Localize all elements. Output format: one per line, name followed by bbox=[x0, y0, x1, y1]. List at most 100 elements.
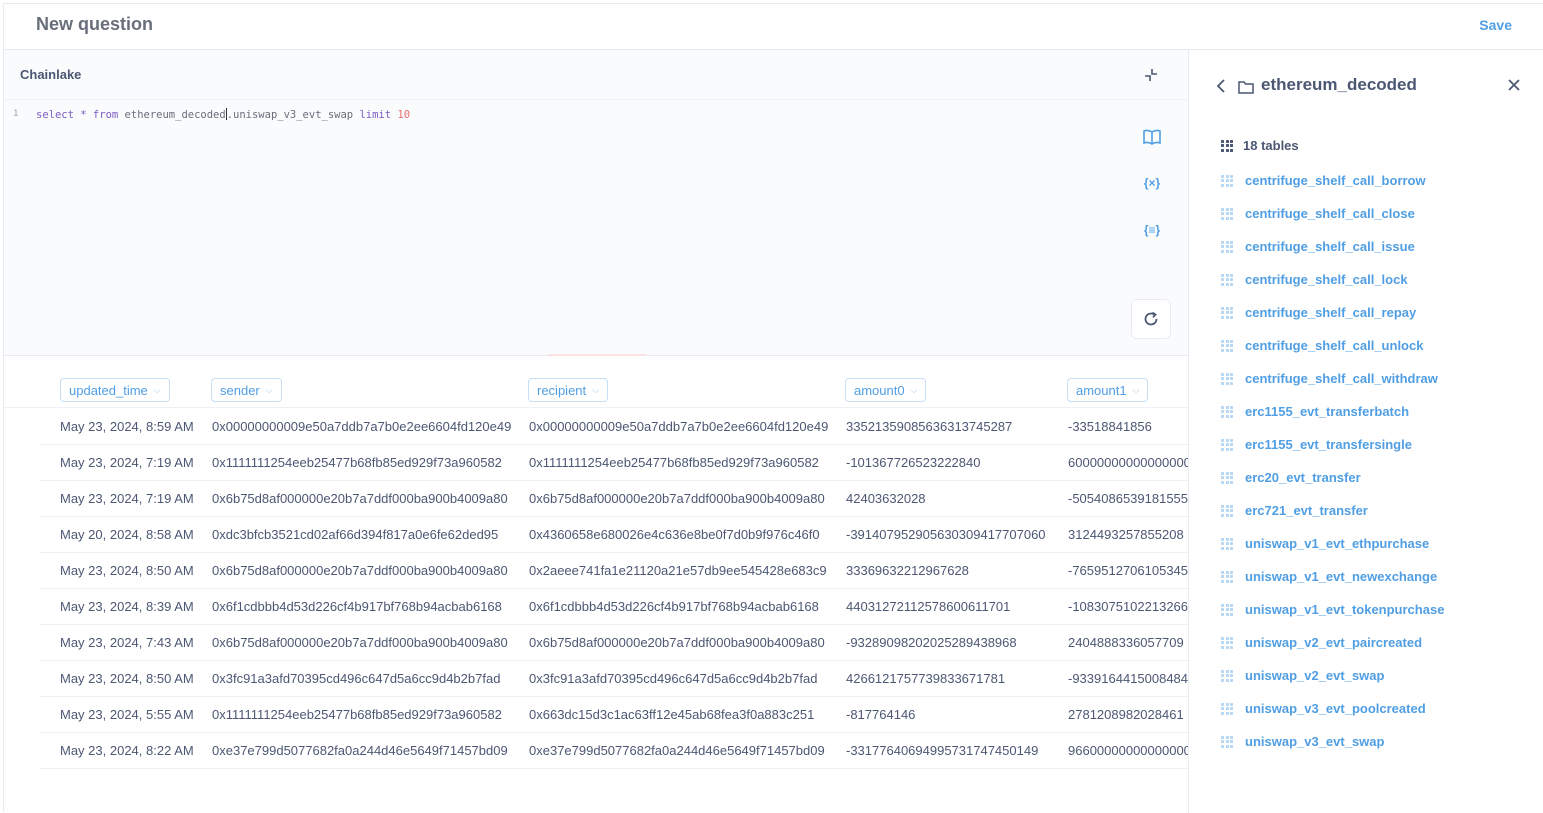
table-cell-recipient[interactable]: 0x663dc15d3c1ac63ff12e45ab68fea3f0a883c2… bbox=[529, 707, 814, 722]
database-bar: Chainlake bbox=[4, 50, 1188, 100]
table-name: centrifuge_shelf_call_issue bbox=[1245, 239, 1415, 254]
column-label: sender bbox=[220, 382, 260, 398]
page-title: New question bbox=[36, 14, 154, 34]
table-list-item[interactable]: centrifuge_shelf_call_close bbox=[1221, 197, 1415, 230]
table-cell-recipient[interactable]: 0x6b75d8af000000e20b7a7ddf000ba900b4009a… bbox=[529, 491, 825, 506]
snippets-button[interactable]: {≡} bbox=[1132, 215, 1172, 245]
table-cell-amount1[interactable]: 60000000000000000 bbox=[1068, 455, 1188, 470]
table-list-item[interactable]: uniswap_v1_evt_tokenpurchase bbox=[1221, 593, 1444, 626]
table-cell-sender[interactable]: 0x3fc91a3afd70395cd496c647d5a6cc9d4b2b7f… bbox=[212, 671, 500, 686]
table-cell-updated-time[interactable]: May 23, 2024, 7:19 AM bbox=[60, 491, 194, 506]
table-cell-amount0[interactable]: 33521359085636313745287 bbox=[846, 419, 1012, 434]
table-cell-amount0[interactable]: -93289098202025289438968 bbox=[846, 635, 1017, 650]
table-list-item[interactable]: centrifuge_shelf_call_issue bbox=[1221, 230, 1415, 263]
table-cell-amount0[interactable]: 44031272112578600611701 bbox=[846, 599, 1010, 614]
run-query-button[interactable] bbox=[1131, 299, 1171, 339]
table-list-item[interactable]: centrifuge_shelf_call_lock bbox=[1221, 263, 1408, 296]
table-list-item[interactable]: uniswap_v3_evt_poolcreated bbox=[1221, 692, 1426, 725]
table-list-item[interactable]: centrifuge_shelf_call_withdraw bbox=[1221, 362, 1438, 395]
table-list-item[interactable]: centrifuge_shelf_call_unlock bbox=[1221, 329, 1423, 362]
table-cell-sender[interactable]: 0x1111111254eeb25477b68fb85ed929f73a9605… bbox=[212, 707, 502, 722]
table-cell-recipient[interactable]: 0x1111111254eeb25477b68fb85ed929f73a9605… bbox=[529, 455, 819, 470]
table-cell-amount1[interactable]: -5054086539181555 bbox=[1068, 491, 1188, 506]
table-list-item[interactable]: uniswap_v1_evt_ethpurchase bbox=[1221, 527, 1429, 560]
table-list-item[interactable]: uniswap_v1_evt_newexchange bbox=[1221, 560, 1437, 593]
table-cell-updated-time[interactable]: May 23, 2024, 7:19 AM bbox=[60, 455, 194, 470]
table-cell-amount0[interactable]: 4266121757739833671781 bbox=[846, 671, 1005, 686]
table-cell-recipient[interactable]: 0x00000000009e50a7ddb7a7b0e2ee6604fd120e… bbox=[529, 419, 828, 434]
table-cell-updated-time[interactable]: May 23, 2024, 7:43 AM bbox=[60, 635, 194, 650]
save-button[interactable]: Save bbox=[1479, 17, 1512, 33]
table-name: centrifuge_shelf_call_withdraw bbox=[1245, 371, 1438, 386]
data-reference-button[interactable] bbox=[1132, 122, 1172, 152]
table-list-item[interactable]: centrifuge_shelf_call_borrow bbox=[1221, 164, 1426, 197]
table-cell-sender[interactable]: 0x6b75d8af000000e20b7a7ddf000ba900b4009a… bbox=[212, 563, 508, 578]
table-cell-amount0[interactable]: -391407952905630309417707060 bbox=[846, 527, 1046, 542]
table-cell-updated-time[interactable]: May 23, 2024, 8:59 AM bbox=[60, 419, 194, 434]
table-name: erc20_evt_transfer bbox=[1245, 470, 1361, 485]
table-name: erc721_evt_transfer bbox=[1245, 503, 1368, 518]
table-cell-amount0[interactable]: 42403632028 bbox=[846, 491, 926, 506]
database-name[interactable]: Chainlake bbox=[20, 67, 81, 82]
table-cell-recipient[interactable]: 0xe37e799d5077682fa0a244d46e5649f71457bd… bbox=[529, 743, 825, 758]
table-list-item[interactable]: erc1155_evt_transfersingle bbox=[1221, 428, 1412, 461]
table-icon bbox=[1221, 636, 1233, 649]
table-cell-updated-time[interactable]: May 20, 2024, 8:58 AM bbox=[60, 527, 194, 542]
chevron-down-icon: ⌵ bbox=[592, 384, 599, 395]
table-cell-amount1[interactable]: -1083075102213266 bbox=[1068, 599, 1188, 614]
table-cell-sender[interactable]: 0xdc3bfcb3521cd02af66d394f817a0e6fe62ded… bbox=[212, 527, 498, 542]
table-icon bbox=[1221, 372, 1233, 385]
app-window: New question Save Chainlake 1 select * f… bbox=[3, 3, 1543, 813]
column-header-amount0[interactable]: amount0 ⌵ bbox=[845, 378, 927, 402]
table-cell-amount1[interactable]: -33518841856 bbox=[1068, 419, 1152, 434]
table-cell-sender[interactable]: 0x1111111254eeb25477b68fb85ed929f73a9605… bbox=[212, 455, 502, 470]
table-name: uniswap_v3_evt_poolcreated bbox=[1245, 701, 1426, 716]
column-header-updated-time[interactable]: updated_time ⌵ bbox=[60, 378, 170, 402]
table-icon bbox=[1221, 405, 1233, 418]
table-cell-recipient[interactable]: 0x2aeee741fa1e21120a21e57db9ee545428e683… bbox=[529, 563, 827, 578]
table-cell-sender[interactable]: 0x6f1cdbbb4d53d226cf4b917bf768b94acbab61… bbox=[212, 599, 502, 614]
variables-button[interactable]: {×} bbox=[1132, 168, 1172, 198]
table-cell-amount1[interactable]: 2404888336057709 bbox=[1068, 635, 1184, 650]
table-cell-amount1[interactable]: -7659512706105345 bbox=[1068, 563, 1188, 578]
table-cell-amount0[interactable]: -33177640694995731747450149 bbox=[846, 743, 1038, 758]
table-cell-amount0[interactable]: -817764146 bbox=[846, 707, 915, 722]
top-bar: New question Save bbox=[4, 4, 1543, 50]
table-list-item[interactable]: uniswap_v3_evt_swap bbox=[1221, 725, 1384, 758]
table-cell-recipient[interactable]: 0x4360658e680026e4c636e8be0f7d0b9f976c46… bbox=[529, 527, 820, 542]
table-cell-amount1[interactable]: 3124493257855208 bbox=[1068, 527, 1184, 542]
table-cell-sender[interactable]: 0x00000000009e50a7ddb7a7b0e2ee6604fd120e… bbox=[212, 419, 511, 434]
table-list-item[interactable]: erc20_evt_transfer bbox=[1221, 461, 1361, 494]
table-cell-recipient[interactable]: 0x3fc91a3afd70395cd496c647d5a6cc9d4b2b7f… bbox=[529, 671, 817, 686]
table-cell-updated-time[interactable]: May 23, 2024, 5:55 AM bbox=[60, 707, 194, 722]
table-cell-amount1[interactable]: 2781208982028461 bbox=[1068, 707, 1184, 722]
table-list-item[interactable]: erc721_evt_transfer bbox=[1221, 494, 1368, 527]
column-header-sender[interactable]: sender ⌵ bbox=[211, 378, 282, 402]
keyword-select: select bbox=[36, 109, 74, 121]
table-cell-sender[interactable]: 0x6b75d8af000000e20b7a7ddf000ba900b4009a… bbox=[212, 635, 508, 650]
table-cell-sender[interactable]: 0xe37e799d5077682fa0a244d46e5649f71457bd… bbox=[212, 743, 508, 758]
table-cell-amount0[interactable]: -101367726523222840 bbox=[846, 455, 980, 470]
table-cell-sender[interactable]: 0x6b75d8af000000e20b7a7ddf000ba900b4009a… bbox=[212, 491, 508, 506]
table-icon bbox=[1221, 339, 1233, 352]
table-list-item[interactable]: erc1155_evt_transferbatch bbox=[1221, 395, 1409, 428]
column-header-recipient[interactable]: recipient ⌵ bbox=[528, 378, 608, 402]
table-cell-amount0[interactable]: 33369632212967628 bbox=[846, 563, 969, 578]
table-cell-updated-time[interactable]: May 23, 2024, 8:22 AM bbox=[60, 743, 194, 758]
table-cell-amount1[interactable]: 96600000000000000 bbox=[1068, 743, 1188, 758]
table-cell-updated-time[interactable]: May 23, 2024, 8:50 AM bbox=[60, 671, 194, 686]
table-cell-amount1[interactable]: -9339164415008484 bbox=[1068, 671, 1188, 686]
table-cell-updated-time[interactable]: May 23, 2024, 8:39 AM bbox=[60, 599, 194, 614]
table-list-item[interactable]: uniswap_v2_evt_swap bbox=[1221, 659, 1384, 692]
table-list-item[interactable]: uniswap_v2_evt_paircreated bbox=[1221, 626, 1422, 659]
table-list-item[interactable]: centrifuge_shelf_call_repay bbox=[1221, 296, 1416, 329]
collapse-editor-icon[interactable] bbox=[1142, 66, 1160, 84]
close-icon[interactable] bbox=[1507, 78, 1521, 92]
sql-query-line[interactable]: select * from ethereum_decoded.uniswap_v… bbox=[36, 108, 410, 121]
table-cell-recipient[interactable]: 0x6f1cdbbb4d53d226cf4b917bf768b94acbab61… bbox=[529, 599, 819, 614]
schema-identifier: ethereum_decoded bbox=[124, 109, 226, 121]
column-header-amount1[interactable]: amount1 ⌵ bbox=[1067, 378, 1149, 402]
table-cell-updated-time[interactable]: May 23, 2024, 8:50 AM bbox=[60, 563, 194, 578]
chevron-left-icon[interactable] bbox=[1215, 78, 1227, 94]
table-cell-recipient[interactable]: 0x6b75d8af000000e20b7a7ddf000ba900b4009a… bbox=[529, 635, 825, 650]
